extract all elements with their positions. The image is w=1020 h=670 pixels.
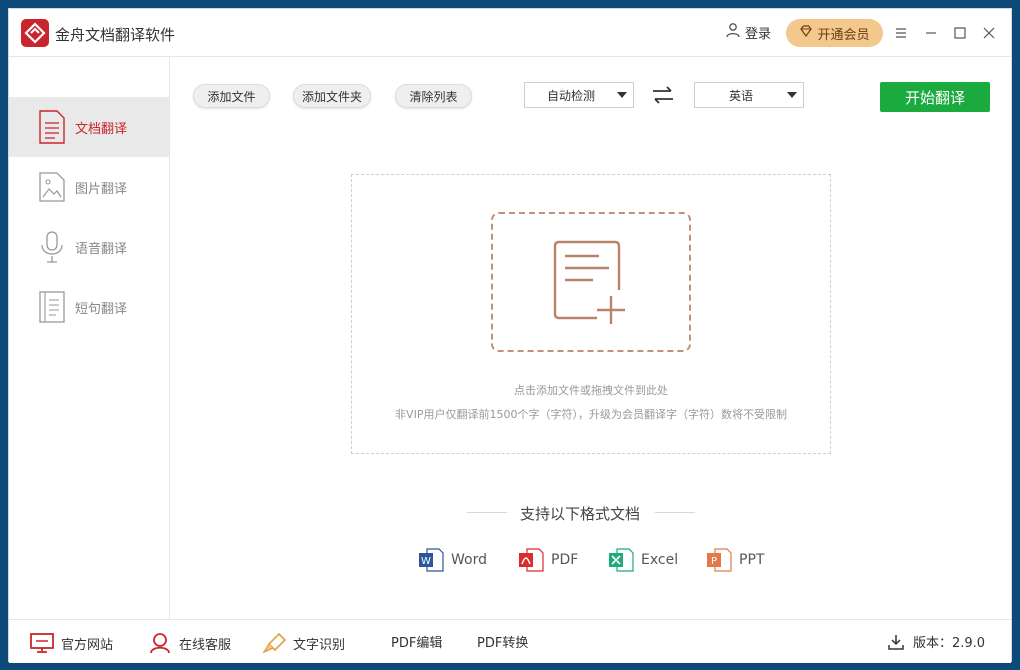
ocr-label: 文字识别	[293, 637, 346, 653]
format-word: W Word	[417, 546, 487, 574]
format-pdf: PDF	[517, 546, 578, 574]
online-service-label: 在线客服	[179, 637, 232, 653]
menu-button[interactable]	[889, 21, 913, 45]
official-website-label: 官方网站	[61, 637, 114, 653]
clear-list-button[interactable]: 清除列表	[395, 84, 472, 108]
version-info: 版本：2.9.0	[887, 632, 985, 651]
minimize-button[interactable]	[919, 21, 943, 45]
brush-icon	[262, 632, 287, 654]
format-label: PPT	[739, 552, 765, 568]
target-language-value: 英语	[728, 88, 753, 103]
close-button[interactable]	[977, 21, 1001, 45]
user-icon	[725, 22, 741, 42]
target-language-select[interactable]: 英语	[694, 82, 804, 108]
drop-hint: 点击添加文件或拖拽文件到此处	[514, 384, 668, 397]
divider-right	[655, 512, 695, 513]
diamond-icon	[799, 24, 813, 42]
sidebar-item-label: 文档翻译	[75, 121, 128, 137]
add-file-button[interactable]: 添加文件	[193, 84, 270, 108]
pdf-convert-link[interactable]: PDF转换	[477, 632, 528, 651]
sidebar-item-image-translate[interactable]: 图片翻译	[9, 157, 169, 217]
online-service-link[interactable]: 在线客服	[147, 632, 231, 654]
sidebar: 文档翻译 图片翻译 语音翻译 短句翻译	[9, 57, 170, 619]
svg-text:P: P	[711, 556, 717, 567]
excel-icon	[609, 548, 634, 572]
ppt-icon: P	[707, 548, 732, 572]
vip-limit-note: 非VIP用户仅翻译前1500个字（字符），升级为会员翻译字（字符）数将不受限制	[395, 408, 787, 421]
format-excel: Excel	[607, 546, 678, 574]
download-icon	[888, 634, 904, 650]
sidebar-item-voice-translate[interactable]: 语音翻译	[9, 217, 169, 277]
sentence-icon	[37, 289, 67, 325]
format-label: PDF	[551, 552, 579, 568]
ocr-link[interactable]: 文字识别	[261, 632, 345, 654]
vip-label: 开通会员	[817, 27, 870, 43]
pdf-edit-link[interactable]: PDF编辑	[391, 632, 442, 651]
login-button[interactable]: 登录	[725, 22, 771, 42]
start-translate-button[interactable]: 开始翻译	[880, 82, 990, 112]
sidebar-item-document-translate[interactable]: 文档翻译	[9, 97, 169, 157]
add-folder-button[interactable]: 添加文件夹	[293, 84, 371, 108]
minimize-icon	[926, 32, 936, 34]
source-language-select[interactable]: 自动检测	[524, 82, 634, 108]
vip-button[interactable]: 开通会员	[786, 19, 883, 47]
file-drop-zone[interactable]: 点击添加文件或拖拽文件到此处 非VIP用户仅翻译前1500个字（字符），升级为会…	[351, 174, 831, 454]
close-icon	[983, 27, 995, 39]
word-icon: W	[419, 548, 444, 572]
version-label: 版本：2.9.0	[913, 636, 986, 651]
image-icon	[37, 169, 67, 205]
headset-icon	[150, 633, 170, 654]
menu-icon	[896, 28, 906, 38]
monitor-icon	[30, 633, 54, 653]
sidebar-item-label: 语音翻译	[75, 241, 128, 257]
add-file-area[interactable]	[491, 212, 691, 352]
formats-title: 支持以下格式文档	[519, 505, 640, 523]
app-title: 金舟文档翻译软件	[55, 26, 176, 44]
pdf-convert-label: PDF转换	[477, 636, 529, 651]
pdf-icon	[519, 548, 544, 572]
svg-text:W: W	[421, 556, 431, 567]
sidebar-item-label: 图片翻译	[75, 181, 128, 197]
swap-icon	[653, 86, 673, 104]
format-label: Excel	[641, 552, 679, 568]
app-logo	[21, 19, 49, 47]
maximize-icon	[954, 27, 966, 39]
official-website-link[interactable]: 官方网站	[29, 632, 113, 654]
maximize-button[interactable]	[948, 21, 972, 45]
source-language-value: 自动检测	[546, 88, 595, 103]
chevron-down-icon	[617, 92, 627, 98]
add-document-icon	[553, 240, 625, 324]
chevron-down-icon	[787, 92, 797, 98]
footer-bar: 官方网站 在线客服 文字识别 PDF编辑 PDF转换 版本：2.9.0	[9, 619, 1011, 663]
app-window: 金舟文档翻译软件 登录 开通会员 文档翻译 图片翻译 语音翻译 短句翻译 添加文…	[8, 8, 1012, 663]
format-ppt: P PPT	[705, 546, 764, 574]
title-bar: 金舟文档翻译软件 登录 开通会员	[9, 9, 1011, 57]
format-label: Word	[451, 552, 487, 568]
microphone-icon	[37, 229, 67, 265]
pdf-edit-label: PDF编辑	[391, 636, 443, 651]
login-label: 登录	[745, 26, 772, 42]
sidebar-item-label: 短句翻译	[75, 301, 128, 317]
document-icon	[37, 109, 67, 145]
sidebar-item-sentence-translate[interactable]: 短句翻译	[9, 277, 169, 337]
swap-languages-button[interactable]	[651, 85, 675, 105]
